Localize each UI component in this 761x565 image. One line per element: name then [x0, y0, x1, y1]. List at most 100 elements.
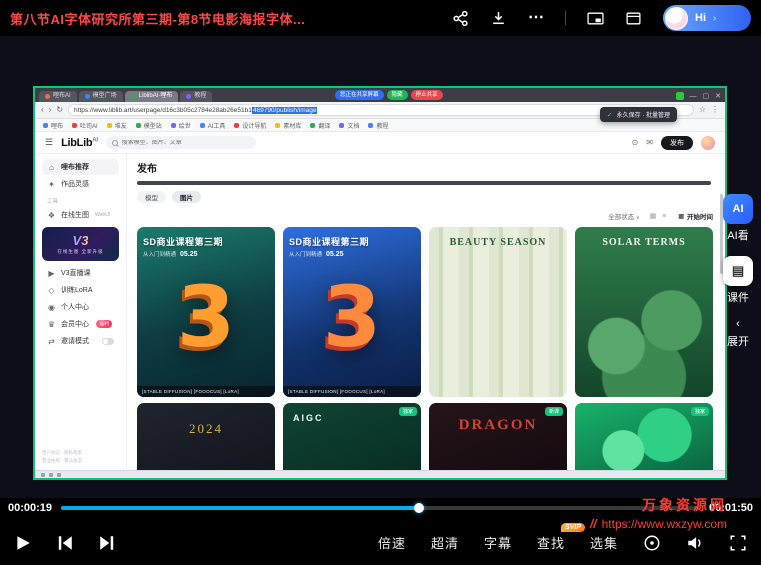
share-icon[interactable]	[452, 10, 469, 27]
browser-tab[interactable]: 教程	[180, 91, 212, 102]
sidebar-item-train-lora[interactable]: ◇训练LoRA	[42, 282, 119, 298]
message-icon[interactable]: ✉	[646, 138, 653, 147]
site-logo[interactable]: LibLibAI	[61, 137, 98, 149]
mini-window-icon[interactable]	[625, 10, 642, 27]
post-card-sd-course-2[interactable]: SD商业课程第三期 从入门到精通05.25 3 [STABLE DIFFUSIO…	[283, 227, 421, 397]
video-stage[interactable]: 哩布AI 模型广场 LiblibAI·哩布 教程 您正在共享屏幕 隐藏 停止共享…	[0, 36, 761, 498]
favicon	[85, 94, 90, 99]
download-icon[interactable]	[490, 10, 507, 27]
post-card-solar-terms[interactable]: SOLAR TERMS	[575, 227, 713, 397]
sort-by-start-time[interactable]: ▦开始时间	[678, 211, 713, 221]
card-tags: [STABLE DIFFUSION] [FOOOCUS] [LoRA]	[137, 386, 275, 397]
next-episode-button[interactable]	[98, 534, 116, 552]
post-card-sd-course-1[interactable]: SD商业课程第三期 从入门到精通05.25 3 [STABLE DIFFUSIO…	[137, 227, 275, 397]
bookmark-favicon	[43, 123, 48, 128]
bookmark-item[interactable]: 设计导航	[234, 121, 266, 130]
sidebar-item-live-course[interactable]: ▶V3直播课	[42, 265, 119, 281]
post-card-green-3d[interactable]: 独家	[575, 403, 713, 470]
big-number: 3	[177, 275, 235, 359]
forward-icon[interactable]: ›	[49, 106, 52, 114]
seek-handle[interactable]	[414, 503, 424, 513]
browser-tab-active[interactable]: LiblibAI·哩布	[125, 91, 179, 102]
browser-tab[interactable]: 哩布AI	[39, 91, 77, 102]
footer-legal[interactable]: 营业执照 · 算法备案	[42, 457, 119, 466]
bookmark-item[interactable]: 模型站	[136, 121, 162, 130]
menu-icon[interactable]: ☰	[45, 137, 53, 148]
close-icon[interactable]: ✕	[715, 92, 721, 100]
stop-share-button[interactable]: 停止共享	[411, 90, 443, 100]
bookmark-star-icon[interactable]: ☆	[699, 106, 706, 114]
chip-images[interactable]: 图片	[172, 191, 201, 203]
play-button[interactable]	[14, 534, 32, 552]
page-heading: 发布	[137, 160, 713, 175]
card-date: 05.25	[180, 251, 198, 258]
extension-icon[interactable]	[676, 92, 684, 100]
bookmark-favicon	[107, 123, 112, 128]
chevron-left-icon: ‹	[736, 318, 740, 330]
ai-view-tool[interactable]: AI AI看	[723, 194, 753, 243]
horizontal-scrollbar[interactable]	[137, 181, 711, 185]
previous-episode-button[interactable]	[56, 534, 74, 552]
bookmark-item[interactable]: 教程	[368, 121, 388, 130]
bookmark-item[interactable]: 翻译	[310, 121, 330, 130]
audio-only-icon[interactable]	[643, 534, 661, 552]
back-icon[interactable]: ‹	[41, 106, 44, 114]
footer-links[interactable]: 用户协议 · 隐私政策	[42, 449, 119, 458]
bookmark-item[interactable]: 素材库	[275, 121, 301, 130]
seek-bar[interactable]	[61, 506, 700, 510]
divider	[565, 11, 566, 25]
expand-tool[interactable]: ‹ 展开	[727, 318, 749, 349]
bookmark-item[interactable]: 吐司AI	[72, 121, 98, 130]
sidebar-item-inspiration[interactable]: ✦作品灵感	[42, 176, 119, 192]
post-card-aigc[interactable]: AIGC 独家	[283, 403, 421, 470]
playback-speed-button[interactable]: 倍速	[378, 533, 406, 552]
user-account-pill[interactable]: Hi ›	[663, 5, 751, 31]
bookmark-item[interactable]: 文档	[339, 121, 359, 130]
bookmark-item[interactable]: 堆友	[107, 121, 127, 130]
post-card-beauty-season[interactable]: BEAUTY SEASON	[429, 227, 567, 397]
browser-tab[interactable]: 模型广场	[79, 91, 123, 102]
bookmark-favicon	[200, 123, 205, 128]
home-icon: ⌂	[47, 163, 56, 172]
fullscreen-icon[interactable]	[729, 534, 747, 552]
invite-mode-toggle[interactable]	[102, 338, 114, 345]
courseware-tool[interactable]: ▤ 课件	[723, 256, 753, 305]
sidebar-item-membership[interactable]: ♛会员中心福利	[42, 316, 119, 332]
v3-promo-banner[interactable]: V3在线生图 全新升级	[42, 227, 119, 261]
site-user-avatar[interactable]	[701, 136, 715, 150]
picture-in-picture-icon[interactable]	[587, 10, 604, 27]
post-card-2024[interactable]: 2024	[137, 403, 275, 470]
sidebar-item-home[interactable]: ⌂哩布推荐	[42, 159, 119, 175]
notification-bell-icon[interactable]: ⊙	[632, 138, 639, 147]
reload-icon[interactable]: ↻	[56, 106, 63, 114]
shared-screen-frame: 哩布AI 模型广场 LiblibAI·哩布 教程 您正在共享屏幕 隐藏 停止共享…	[35, 88, 725, 478]
subtitle-button[interactable]: 字幕	[484, 533, 512, 552]
progress-played	[61, 506, 419, 510]
episodes-button[interactable]: 选集	[590, 533, 618, 552]
more-options-icon[interactable]: ⋯	[528, 10, 544, 26]
minimize-icon[interactable]: —	[690, 93, 697, 100]
sidebar-item-generate[interactable]: ❖在线生图WebUI	[42, 207, 119, 223]
view-toggle-icons[interactable]: ▦ ≡	[650, 212, 669, 220]
filter-row: 全部状态 ∨ ▦ ≡ ▦开始时间	[137, 211, 713, 221]
bookmark-favicon	[171, 123, 176, 128]
hide-share-button[interactable]: 隐藏	[387, 90, 408, 100]
site-search[interactable]	[106, 136, 256, 149]
search-input[interactable]	[122, 140, 250, 146]
browser-menu-icon[interactable]: ⋮	[711, 106, 719, 114]
bookmark-item[interactable]: 哩布	[43, 121, 63, 130]
maximize-icon[interactable]: ▢	[703, 92, 710, 100]
volume-icon[interactable]	[686, 534, 704, 552]
publish-button[interactable]: 发布	[661, 136, 693, 150]
chip-models[interactable]: 模型	[137, 191, 166, 203]
quality-button[interactable]: 超清	[431, 533, 459, 552]
bookmark-item[interactable]: 绘世	[171, 121, 191, 130]
find-button[interactable]: 查找SVIP	[537, 533, 565, 552]
bookmark-item[interactable]: AI工具	[200, 121, 226, 130]
big-number: 3	[323, 275, 381, 359]
card-grid-row2: 2024 AIGC 独家 DRAGON 新课 独家	[137, 403, 713, 470]
sidebar-item-invite-mode[interactable]: ⇄邀请模式	[42, 333, 119, 349]
post-card-dragon[interactable]: DRAGON 新课	[429, 403, 567, 470]
sidebar-item-profile[interactable]: ◉个人中心	[42, 299, 119, 315]
status-filter[interactable]: 全部状态 ∨	[608, 211, 639, 221]
